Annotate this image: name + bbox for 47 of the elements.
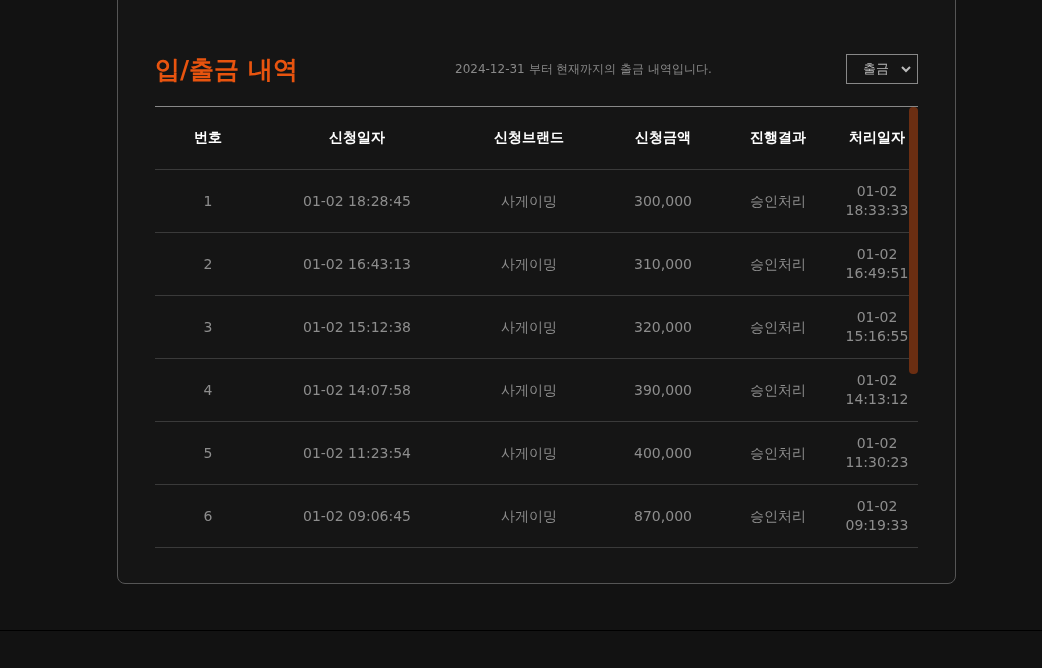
table-cell-text: 5 <box>202 443 214 463</box>
table-cell-text: 1 <box>202 191 214 211</box>
table-cell-text: 310,000 <box>633 254 693 274</box>
column-header: 진행결과 <box>749 129 807 147</box>
table-cell-text: 390,000 <box>633 380 693 400</box>
table-cell-text: 승인처리 <box>749 443 807 463</box>
column-header: 처리일자 <box>848 129 906 147</box>
table-cell-text: 3 <box>202 317 214 337</box>
table-cell-text: 사게이밍 <box>500 191 558 211</box>
table-cell-text: 2 <box>202 254 214 274</box>
table-cell-text: 01-02 14:13:12 <box>844 371 910 409</box>
table-cell-text: 승인처리 <box>749 191 807 211</box>
table-cell-text: 사게이밍 <box>500 254 558 274</box>
table-cell-text: 승인처리 <box>749 506 807 526</box>
table-cell-text: 01-02 15:12:38 <box>302 317 412 337</box>
column-header: 번호 <box>193 129 223 147</box>
table-cell-text: 01-02 14:07:58 <box>302 380 412 400</box>
table-cell-text: 01-02 09:06:45 <box>302 506 412 526</box>
date-range-notice: 2024-12-31 부터 현재까지의 출금 내역입니다. <box>455 60 713 78</box>
column-header: 신청금액 <box>634 129 692 147</box>
chevron-down-icon <box>901 65 911 73</box>
table-cell-text: 01-02 18:33:33 <box>844 182 910 220</box>
scrollbar-thumb[interactable] <box>909 107 918 374</box>
table-cell-text: 사게이밍 <box>500 380 558 400</box>
table-cell-text: 승인처리 <box>749 317 807 337</box>
table-cell-text: 01-02 09:19:33 <box>844 497 910 535</box>
table-cell-text: 6 <box>202 506 214 526</box>
table-cell-text: 01-02 18:28:45 <box>302 191 412 211</box>
table-cell-text: 01-02 11:23:54 <box>302 443 412 463</box>
type-dropdown[interactable]: 출금 <box>846 54 918 84</box>
table-cell-text: 4 <box>202 380 214 400</box>
table-cell-text: 승인처리 <box>749 254 807 274</box>
column-header: 신청일자 <box>328 129 386 147</box>
table-cell-text: 01-02 16:49:51 <box>844 245 910 283</box>
table-cell-text: 사게이밍 <box>500 317 558 337</box>
column-header: 신청브랜드 <box>493 129 565 147</box>
table-cell-text: 300,000 <box>633 191 693 211</box>
page-title: 입/출금 내역 <box>155 53 299 86</box>
table-cell-text: 01-02 15:16:55 <box>844 308 910 346</box>
table-cell-text: 사게이밍 <box>500 506 558 526</box>
table-cell-text: 01-02 16:43:13 <box>302 254 412 274</box>
table-cell-text: 400,000 <box>633 443 693 463</box>
table-cell-text: 01-02 11:30:23 <box>844 434 910 472</box>
table-cell-text: 870,000 <box>633 506 693 526</box>
table-cell-text: 사게이밍 <box>500 443 558 463</box>
table-cell-text: 승인처리 <box>749 380 807 400</box>
table-cell-text: 320,000 <box>633 317 693 337</box>
